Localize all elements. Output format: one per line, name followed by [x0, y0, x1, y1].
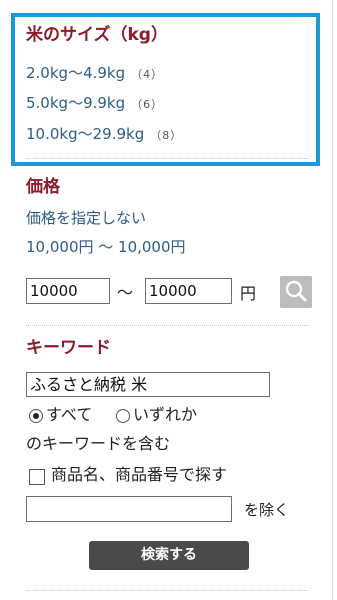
- exclude-label: を除く: [244, 501, 290, 519]
- product-name-checkbox[interactable]: [29, 469, 45, 485]
- rice-size-option-count: （6）: [131, 98, 164, 111]
- section-divider: [26, 590, 309, 591]
- rice-size-option-3[interactable]: 10.0kg〜29.9kg （8）: [26, 125, 182, 145]
- section-divider: [26, 158, 309, 159]
- radio-all[interactable]: [29, 409, 43, 423]
- price-range-separator: 〜: [117, 283, 134, 302]
- price-max-input[interactable]: 10000: [145, 278, 232, 304]
- keyword-title: キーワード: [26, 338, 111, 358]
- rice-size-option-1[interactable]: 2.0kg〜4.9kg （4）: [26, 64, 163, 84]
- rice-size-option-label: 2.0kg〜4.9kg: [26, 64, 126, 82]
- price-title: 価格: [26, 177, 60, 197]
- radio-any[interactable]: [116, 409, 130, 423]
- section-divider: [26, 325, 309, 326]
- price-unspecified-link[interactable]: 価格を指定しない: [26, 209, 146, 227]
- rice-size-option-count: （8）: [150, 129, 183, 142]
- price-unit: 円: [240, 284, 257, 303]
- rice-size-option-label: 5.0kg〜9.9kg: [26, 94, 126, 112]
- price-range-text: 10,000円 〜 10,000円: [26, 238, 186, 256]
- rice-size-option-count: （4）: [131, 68, 164, 81]
- price-search-button[interactable]: [280, 276, 312, 308]
- rice-size-title: 米のサイズ（kg）: [26, 25, 168, 45]
- radio-all-label[interactable]: すべて: [46, 405, 92, 425]
- rice-size-option-2[interactable]: 5.0kg〜9.9kg （6）: [26, 94, 163, 114]
- rice-size-option-label: 10.0kg〜29.9kg: [26, 125, 145, 143]
- sidebar-border: [332, 0, 333, 600]
- price-min-input[interactable]: 10000: [26, 278, 110, 304]
- keyword-contains-text: のキーワードを含む: [26, 434, 171, 453]
- keyword-input[interactable]: ふるさと納税 米: [26, 372, 270, 397]
- exclude-keyword-input[interactable]: [26, 496, 232, 522]
- radio-any-label[interactable]: いずれか: [133, 405, 197, 425]
- product-name-checkbox-label[interactable]: 商品名、商品番号で探す: [51, 465, 227, 485]
- magnifier-icon: [285, 280, 307, 302]
- search-submit-button[interactable]: 検索する: [89, 541, 249, 570]
